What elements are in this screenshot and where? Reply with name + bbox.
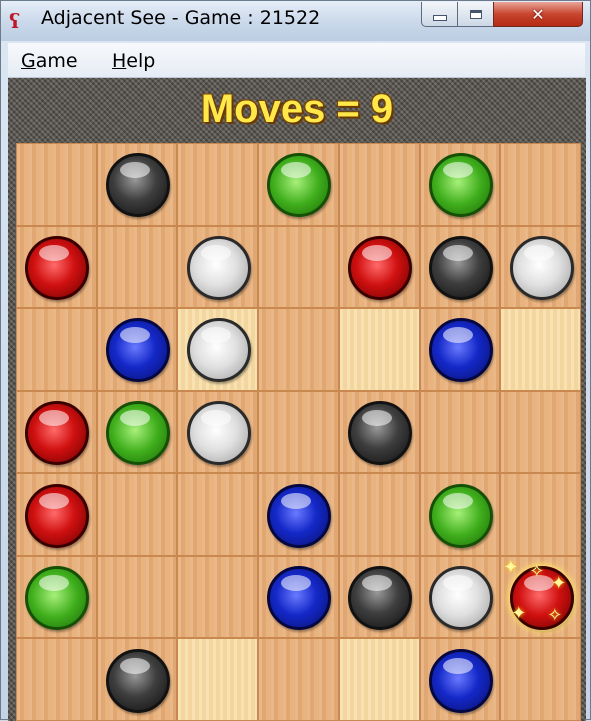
board-cell[interactable]: ✦ ✦ ✦ ✧ ✧	[500, 555, 581, 639]
board-cell[interactable]	[16, 638, 97, 721]
green-ball[interactable]	[25, 566, 90, 631]
board-cell[interactable]	[419, 638, 501, 721]
white-ball[interactable]	[186, 400, 251, 465]
red-ball[interactable]	[348, 235, 413, 300]
board-cell[interactable]	[258, 390, 339, 474]
board-cell[interactable]	[419, 473, 501, 556]
board-cell[interactable]	[177, 390, 259, 474]
board-cell[interactable]	[96, 555, 178, 639]
white-ball[interactable]	[509, 235, 574, 300]
black-ball[interactable]	[106, 648, 171, 713]
board-cell[interactable]	[96, 225, 178, 309]
board-cell[interactable]	[16, 143, 97, 226]
blue-ball[interactable]	[267, 483, 332, 548]
close-button[interactable]: ✕	[493, 2, 583, 27]
board-cell[interactable]	[338, 555, 420, 639]
menu-bar: Game Help	[8, 43, 585, 78]
moves-counter: Moves = 9	[200, 87, 394, 131]
board-cell[interactable]	[500, 638, 581, 721]
board-cell[interactable]	[258, 225, 339, 309]
board-cell[interactable]	[16, 555, 97, 639]
menu-game[interactable]: Game	[21, 50, 78, 72]
board-cell[interactable]	[500, 473, 581, 556]
board-cell[interactable]	[258, 555, 339, 639]
board-cell[interactable]	[338, 225, 420, 309]
close-icon: ✕	[531, 4, 545, 24]
menu-help-rest: elp	[126, 50, 156, 72]
board-cell[interactable]	[338, 473, 420, 556]
board-cell[interactable]	[96, 638, 178, 721]
board-cell[interactable]	[96, 473, 178, 556]
game-area: Moves = 9 ✦ ✦ ✦ ✧ ✧	[8, 78, 586, 721]
board-cell[interactable]	[177, 473, 259, 556]
board-cell[interactable]	[338, 308, 420, 391]
board-cell[interactable]	[16, 308, 97, 391]
sparkle-icon: ✦	[503, 556, 519, 578]
board-cell[interactable]	[338, 390, 420, 474]
green-ball[interactable]	[428, 153, 493, 218]
board-cell[interactable]	[419, 555, 501, 639]
board-cell[interactable]	[177, 555, 259, 639]
blue-ball[interactable]	[428, 648, 493, 713]
board-cell[interactable]	[258, 638, 339, 721]
black-ball[interactable]	[106, 153, 171, 218]
board-cell[interactable]	[500, 390, 581, 474]
board-cell[interactable]	[419, 225, 501, 309]
board-cell[interactable]	[258, 143, 339, 226]
red-ball[interactable]	[25, 235, 90, 300]
board-cell[interactable]	[258, 473, 339, 556]
board-cell[interactable]	[177, 308, 259, 391]
sparkle-icon: ✧	[529, 560, 545, 582]
minimize-icon	[432, 15, 447, 21]
sparkle-icon: ✧	[547, 604, 563, 626]
board-cell[interactable]	[16, 473, 97, 556]
menu-game-rest: ame	[35, 50, 78, 72]
board-cell[interactable]	[500, 143, 581, 226]
green-ball[interactable]	[106, 400, 171, 465]
board-cell[interactable]	[419, 143, 501, 226]
white-ball[interactable]	[186, 235, 251, 300]
green-ball[interactable]	[428, 483, 493, 548]
board-cell[interactable]	[500, 225, 581, 309]
board-cell[interactable]	[177, 225, 259, 309]
board-cell[interactable]	[177, 638, 259, 721]
game-window: ʕ Adjacent See - Game : 21522 ✕ Game Hel…	[0, 0, 591, 721]
green-ball[interactable]	[267, 153, 332, 218]
black-ball[interactable]	[348, 400, 413, 465]
blue-ball[interactable]	[267, 566, 332, 631]
board-cell[interactable]	[258, 308, 339, 391]
white-ball[interactable]	[186, 318, 251, 383]
game-board: ✦ ✦ ✦ ✧ ✧	[16, 143, 581, 721]
red-ball[interactable]	[25, 483, 90, 548]
red-ball[interactable]	[25, 400, 90, 465]
menu-help[interactable]: Help	[112, 50, 155, 72]
menu-help-accel: H	[112, 50, 127, 72]
black-ball[interactable]	[428, 235, 493, 300]
knot-icon[interactable]: ʕ	[9, 10, 31, 32]
minimize-button[interactable]	[421, 2, 458, 27]
window-title: Adjacent See - Game : 21522	[41, 7, 321, 29]
board-cell[interactable]	[16, 390, 97, 474]
board-cell[interactable]	[419, 308, 501, 391]
white-ball[interactable]	[428, 566, 493, 631]
blue-ball[interactable]	[106, 318, 171, 383]
board-cell[interactable]	[338, 143, 420, 226]
maximize-icon	[469, 9, 482, 19]
board-cell[interactable]	[338, 638, 420, 721]
board-cell[interactable]	[500, 308, 581, 391]
black-ball[interactable]	[348, 566, 413, 631]
menu-game-accel: G	[21, 50, 36, 72]
blue-ball[interactable]	[428, 318, 493, 383]
title-bar[interactable]: ʕ Adjacent See - Game : 21522 ✕	[1, 1, 590, 41]
board-cell[interactable]	[96, 390, 178, 474]
board-cell[interactable]	[177, 143, 259, 226]
board-cell[interactable]	[16, 225, 97, 309]
board-cell[interactable]	[419, 390, 501, 474]
board-cell[interactable]	[96, 308, 178, 391]
maximize-button[interactable]	[457, 2, 494, 27]
sparkle-icon: ✦	[511, 602, 527, 624]
board-cell[interactable]	[96, 143, 178, 226]
sparkle-icon: ✦	[551, 572, 567, 594]
